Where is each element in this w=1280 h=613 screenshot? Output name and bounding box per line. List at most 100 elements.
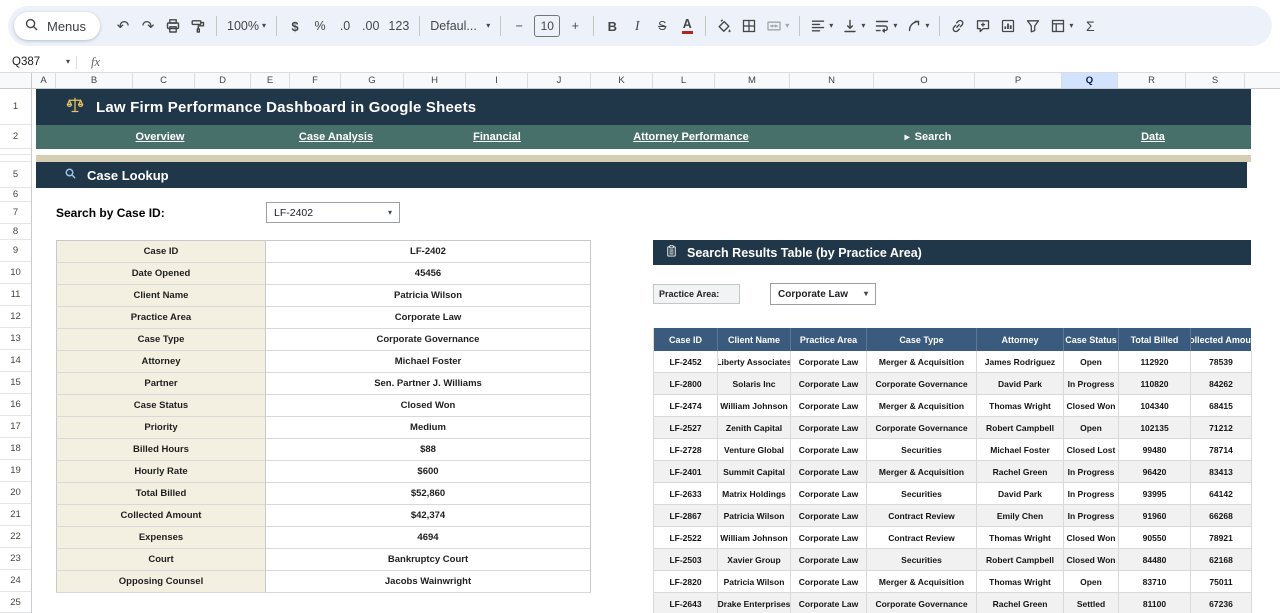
results-cell-case-id[interactable]: LF-2401 <box>654 461 718 483</box>
results-cell-type[interactable]: Corporate Governance <box>867 593 977 613</box>
nav-link[interactable]: ▸Case Analysis <box>299 125 373 149</box>
results-cell-billed[interactable]: 84480 <box>1119 549 1191 571</box>
field-value[interactable]: $88 <box>266 439 591 461</box>
column-header[interactable]: K <box>591 73 653 88</box>
row-header[interactable]: 13 <box>0 328 31 350</box>
results-cell-area[interactable]: Corporate Law <box>791 395 867 417</box>
results-cell-area[interactable]: Corporate Law <box>791 571 867 593</box>
field-value[interactable]: Patricia Wilson <box>266 285 591 307</box>
vertical-align-button[interactable]: ▾ <box>838 12 869 40</box>
results-cell-status[interactable]: Closed Lost <box>1064 439 1119 461</box>
row-header[interactable]: 2 <box>0 125 31 149</box>
column-header[interactable]: O <box>874 73 975 88</box>
results-cell-client[interactable]: Patricia Wilson <box>718 505 791 527</box>
field-value[interactable]: Jacobs Wainwright <box>266 571 591 593</box>
italic-button[interactable]: I <box>625 12 649 40</box>
results-row[interactable]: LF-2633 Matrix Holdings Corporate Law Se… <box>654 483 1251 505</box>
results-cell-attorney[interactable]: Thomas Wright <box>977 527 1064 549</box>
results-cell-client[interactable]: William Johnson <box>718 527 791 549</box>
field-value[interactable]: $600 <box>266 461 591 483</box>
field-value[interactable]: $42,374 <box>266 505 591 527</box>
column-header[interactable]: H <box>404 73 466 88</box>
row-header[interactable]: 18 <box>0 438 31 460</box>
results-cell-collected[interactable]: 62168 <box>1191 549 1252 571</box>
results-cell-area[interactable]: Corporate Law <box>791 439 867 461</box>
text-rotation-button[interactable]: ▾ <box>902 12 933 40</box>
fill-color-button[interactable] <box>712 12 736 40</box>
text-wrap-button[interactable]: ▾ <box>870 12 901 40</box>
row-header[interactable]: 6 <box>0 188 31 202</box>
results-cell-status[interactable]: In Progress <box>1064 505 1119 527</box>
results-cell-attorney[interactable]: David Park <box>977 483 1064 505</box>
row-header[interactable]: 12 <box>0 306 31 328</box>
results-cell-type[interactable]: Merger & Acquisition <box>867 571 977 593</box>
insert-link-button[interactable] <box>946 12 970 40</box>
results-cell-case-id[interactable]: LF-2474 <box>654 395 718 417</box>
results-row[interactable]: LF-2474 William Johnson Corporate Law Me… <box>654 395 1251 417</box>
results-cell-billed[interactable]: 102135 <box>1119 417 1191 439</box>
practice-area-dropdown[interactable]: Corporate Law ▾ <box>770 283 876 305</box>
results-row[interactable]: LF-2820 Patricia Wilson Corporate Law Me… <box>654 571 1251 593</box>
results-cell-attorney[interactable]: Rachel Green <box>977 593 1064 613</box>
results-row[interactable]: LF-2452 Liberty Associates Corporate Law… <box>654 351 1251 373</box>
results-cell-status[interactable]: Closed Won <box>1064 395 1119 417</box>
nav-link[interactable]: ▸Data <box>1141 125 1165 149</box>
field-value[interactable]: Closed Won <box>266 395 591 417</box>
results-cell-collected[interactable]: 84262 <box>1191 373 1252 395</box>
nav-link[interactable]: ▸Search <box>905 125 952 149</box>
results-cell-client[interactable]: Matrix Holdings <box>718 483 791 505</box>
horizontal-align-button[interactable]: ▾ <box>806 12 837 40</box>
results-cell-billed[interactable]: 90550 <box>1119 527 1191 549</box>
results-cell-case-id[interactable]: LF-2527 <box>654 417 718 439</box>
row-header[interactable]: 22 <box>0 526 31 548</box>
font-size-input[interactable]: 10 <box>534 15 560 37</box>
results-cell-collected[interactable]: 66268 <box>1191 505 1252 527</box>
column-header[interactable]: D <box>195 73 251 88</box>
row-header[interactable]: 9 <box>0 240 31 262</box>
results-row[interactable]: LF-2800 Solaris Inc Corporate Law Corpor… <box>654 373 1251 395</box>
field-value[interactable]: Corporate Law <box>266 307 591 329</box>
results-cell-billed[interactable]: 104340 <box>1119 395 1191 417</box>
decrease-decimal-button[interactable]: .0 <box>333 12 357 40</box>
sheet-grid[interactable]: Law Firm Performance Dashboard in Google… <box>32 89 1280 613</box>
results-cell-status[interactable]: Open <box>1064 351 1119 373</box>
nav-link[interactable]: ▸Overview <box>136 125 185 149</box>
field-value[interactable]: Bankruptcy Court <box>266 549 591 571</box>
nav-link[interactable]: ▸Attorney Performance <box>633 125 749 149</box>
field-value[interactable]: $52,860 <box>266 483 591 505</box>
row-header[interactable]: 15 <box>0 372 31 394</box>
redo-button[interactable]: ↷ <box>136 12 160 40</box>
row-header[interactable]: 17 <box>0 416 31 438</box>
results-cell-area[interactable]: Corporate Law <box>791 505 867 527</box>
column-header[interactable]: G <box>341 73 404 88</box>
text-color-button[interactable]: A <box>675 12 699 40</box>
column-header[interactable]: S <box>1186 73 1245 88</box>
font-select[interactable]: Defaul...▾ <box>426 12 494 40</box>
table-views-button[interactable]: ▾ <box>1046 12 1077 40</box>
decrease-font-size-button[interactable]: − <box>507 12 531 40</box>
column-header[interactable]: L <box>653 73 715 88</box>
insert-comment-button[interactable] <box>971 12 995 40</box>
results-cell-attorney[interactable]: Thomas Wright <box>977 571 1064 593</box>
results-cell-billed[interactable]: 81100 <box>1119 593 1191 613</box>
results-cell-case-id[interactable]: LF-2643 <box>654 593 718 613</box>
results-cell-type[interactable]: Corporate Governance <box>867 417 977 439</box>
results-cell-type[interactable]: Merger & Acquisition <box>867 351 977 373</box>
results-cell-status[interactable]: In Progress <box>1064 483 1119 505</box>
row-header[interactable]: 24 <box>0 570 31 592</box>
formula-input[interactable] <box>114 52 1280 72</box>
results-cell-collected[interactable]: 78539 <box>1191 351 1252 373</box>
results-cell-attorney[interactable]: James Rodriguez <box>977 351 1064 373</box>
results-cell-type[interactable]: Securities <box>867 549 977 571</box>
column-header[interactable]: C <box>133 73 195 88</box>
field-value[interactable]: Medium <box>266 417 591 439</box>
results-cell-client[interactable]: Drake Enterprises <box>718 593 791 613</box>
results-cell-area[interactable]: Corporate Law <box>791 483 867 505</box>
borders-button[interactable] <box>737 12 761 40</box>
results-row[interactable]: LF-2867 Patricia Wilson Corporate Law Co… <box>654 505 1251 527</box>
field-value[interactable]: Corporate Governance <box>266 329 591 351</box>
results-cell-area[interactable]: Corporate Law <box>791 549 867 571</box>
results-cell-area[interactable]: Corporate Law <box>791 373 867 395</box>
column-header[interactable]: R <box>1118 73 1186 88</box>
results-cell-case-id[interactable]: LF-2452 <box>654 351 718 373</box>
